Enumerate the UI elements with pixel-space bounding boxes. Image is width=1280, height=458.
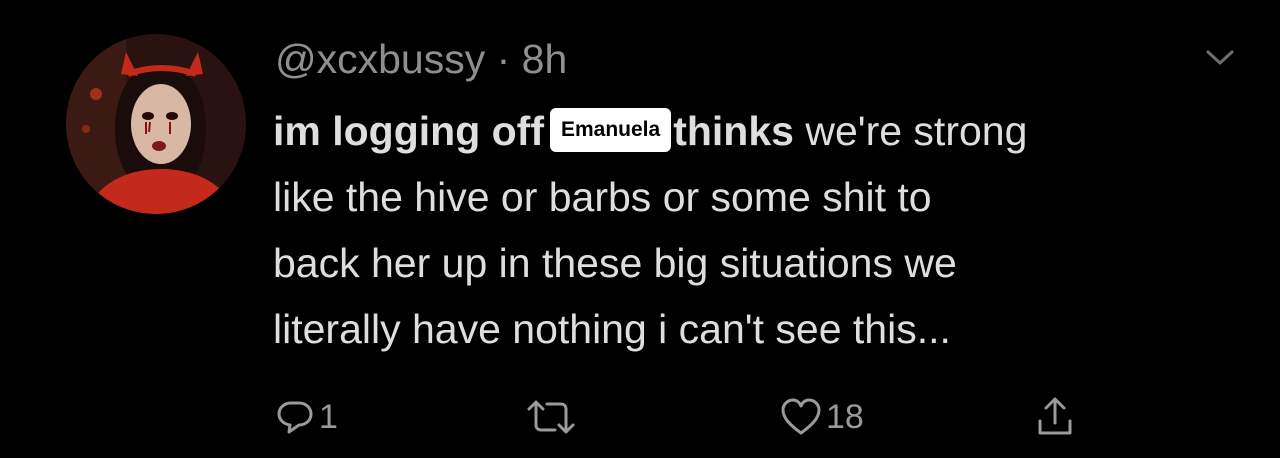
- tweet-header: @xcxbussy · 8h: [275, 34, 567, 84]
- separator: ·: [485, 36, 522, 82]
- tweet-actions: 1 18: [275, 392, 1095, 442]
- reply-icon: [277, 401, 313, 434]
- like-count: 18: [826, 397, 864, 436]
- retweet-icon: [527, 400, 575, 434]
- share-button[interactable]: [1035, 392, 1075, 442]
- avatar[interactable]: [66, 34, 246, 214]
- tweet-line-3: back her up in these big situations we: [273, 240, 957, 286]
- avatar-image: [66, 34, 246, 214]
- chevron-down-icon: [1206, 50, 1234, 65]
- name-tag: Emanuela: [549, 108, 672, 152]
- heart-icon: [781, 398, 821, 435]
- timestamp[interactable]: 8h: [522, 36, 568, 82]
- line-1-rest: we're strong: [793, 108, 1028, 154]
- like-button[interactable]: 18: [780, 392, 864, 442]
- bold-text-start: im logging off: [273, 108, 544, 154]
- tweet-text: im logging off Emanuela thinks we're stron…: [273, 98, 1253, 362]
- tweet-line-2: like the hive or barbs or some shit to: [273, 174, 932, 220]
- share-icon: [1038, 397, 1072, 435]
- reply-count: 1: [319, 397, 338, 436]
- retweet-button[interactable]: [525, 392, 581, 442]
- bold-text-mid: thinks: [673, 108, 794, 154]
- user-handle[interactable]: @xcxbussy: [275, 36, 485, 82]
- reply-button[interactable]: 1: [275, 392, 338, 442]
- more-options-button[interactable]: [1198, 42, 1242, 72]
- tweet-line-1: im logging off Emanuela thinks we're stron…: [273, 98, 1253, 164]
- tweet-line-4: literally have nothing i can't see this.…: [273, 306, 951, 352]
